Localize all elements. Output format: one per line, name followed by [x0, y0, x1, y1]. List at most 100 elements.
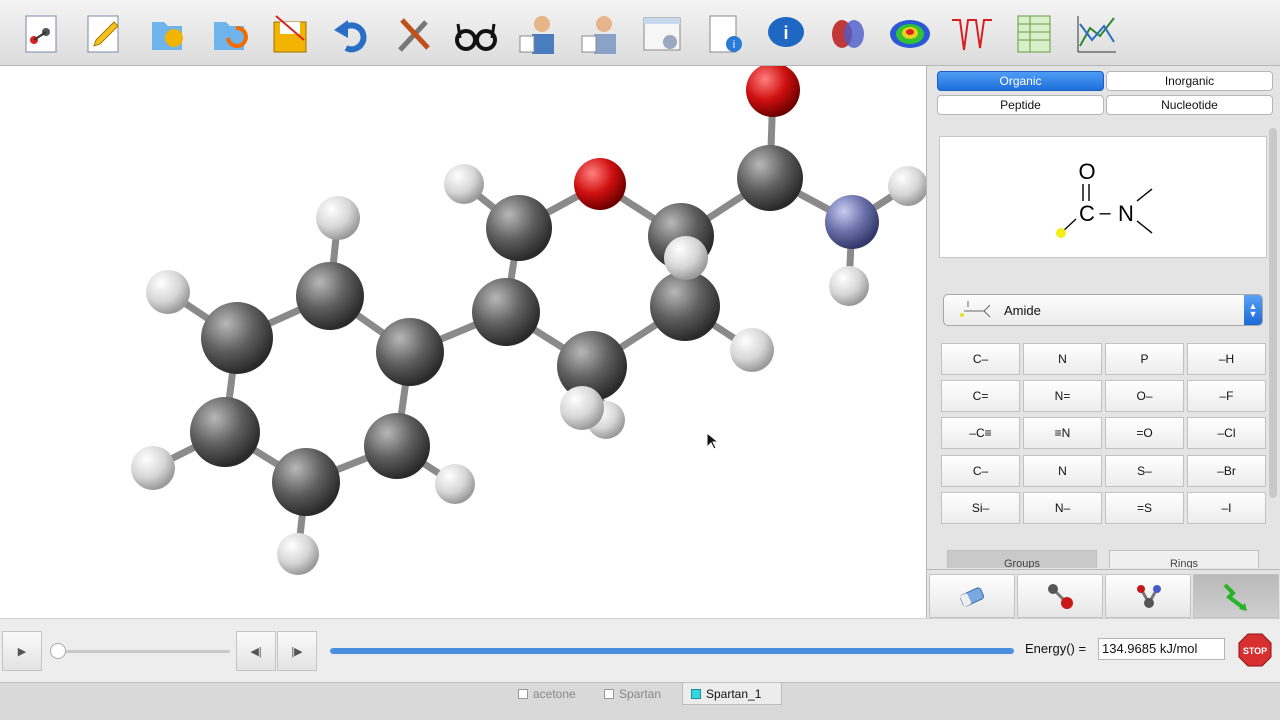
fragment-phosphorus[interactable]: P — [1105, 343, 1184, 375]
fragment-label: N– — [1054, 501, 1071, 515]
energy-value: 134.9685 kJ/mol — [1098, 638, 1225, 660]
slider-knob[interactable] — [50, 643, 66, 659]
stop-button[interactable]: STOP — [1238, 633, 1272, 667]
doc-tab-spartan[interactable]: Spartan — [596, 683, 682, 705]
panel-scrollbar[interactable] — [1269, 128, 1277, 498]
preview-atom-n: N — [1118, 201, 1134, 226]
fragment-sp-nitrogen[interactable]: ≡N — [1023, 417, 1102, 449]
fragment-oxygen[interactable]: O– — [1105, 380, 1184, 412]
energy-label: Energy() = — [1025, 641, 1087, 656]
svg-text:i: i — [733, 39, 735, 51]
fragment-sulfur[interactable]: S– — [1105, 455, 1184, 487]
multi-bond-button[interactable] — [1105, 574, 1191, 618]
fragment-label: N — [1058, 352, 1067, 366]
play-button[interactable]: ▶ — [2, 631, 42, 671]
fragment-sp-carbon[interactable]: –C≡ — [941, 417, 1020, 449]
fragment-amide-nitrogen[interactable]: N– — [1023, 492, 1102, 524]
fragment-bromine[interactable]: –Br — [1187, 455, 1266, 487]
calculations-icon[interactable] — [514, 10, 562, 58]
fragment-label: –H — [1218, 352, 1235, 366]
spreadsheet-icon[interactable] — [1010, 10, 1058, 58]
fragment-sp2-nitrogen[interactable]: N= — [1023, 380, 1102, 412]
builder-panel: Organic Inorganic Peptide Nucleotide O C… — [926, 66, 1280, 618]
fragment-label: =O — [1136, 426, 1153, 440]
preview-bond: – — [1099, 202, 1111, 224]
group-select-value: Amide — [1004, 302, 1041, 318]
molecule-viewport[interactable] — [0, 66, 926, 618]
select-arrows-icon[interactable]: ▲ ▼ — [1244, 295, 1262, 325]
properties-icon[interactable]: i — [700, 10, 748, 58]
molecule-model — [131, 66, 926, 575]
fragment-silicon[interactable]: Si– — [941, 492, 1020, 524]
spectra-icon[interactable] — [948, 10, 996, 58]
doc-checkbox[interactable] — [604, 689, 614, 699]
fragment-label: =S — [1136, 501, 1152, 515]
fragment-label: –I — [1221, 501, 1232, 515]
frame-slider[interactable] — [44, 631, 230, 671]
amide-icon — [944, 295, 1004, 325]
info-icon[interactable]: i — [762, 10, 810, 58]
open-recent-icon[interactable] — [204, 10, 252, 58]
edit-icon[interactable] — [80, 10, 128, 58]
group-select[interactable]: Amide ▲ ▼ — [943, 294, 1263, 326]
preview-atom-o: O — [1078, 159, 1095, 184]
fragment-label: C– — [972, 352, 989, 366]
tab-rings[interactable]: Rings — [1109, 550, 1259, 568]
undo-icon[interactable] — [328, 10, 376, 58]
build-minimize-button[interactable] — [1193, 574, 1279, 618]
step-forward-button[interactable]: |▶ — [277, 631, 317, 671]
bond-button[interactable] — [1017, 574, 1103, 618]
potential-map-icon[interactable] — [886, 10, 934, 58]
fragment-aromatic-carbon[interactable]: C– — [941, 455, 1020, 487]
plot-icon[interactable] — [1072, 10, 1120, 58]
fragment-carbonyl-oxygen[interactable]: =O — [1105, 417, 1184, 449]
main-toolbar: i i — [0, 0, 1280, 66]
fragment-label: C– — [972, 464, 989, 478]
tab-peptide[interactable]: Peptide — [937, 95, 1104, 115]
document-tabs: acetone Spartan Spartan_1 — [0, 682, 1280, 720]
stop-icon: STOP — [1238, 633, 1272, 667]
fragment-fluorine[interactable]: –F — [1187, 380, 1266, 412]
eraser-button[interactable] — [929, 574, 1015, 618]
fragment-label: P — [1140, 352, 1149, 366]
fragment-sp3-nitrogen[interactable]: N — [1023, 343, 1102, 375]
tools-icon[interactable] — [390, 10, 438, 58]
library-subtabs: Groups Rings — [941, 550, 1271, 568]
preview-atom-c: C — [1079, 201, 1095, 226]
fragment-sp3-carbon[interactable]: C– — [941, 343, 1020, 375]
fragment-chlorine[interactable]: –Cl — [1187, 417, 1266, 449]
doc-checkbox[interactable] — [691, 688, 701, 699]
fragment-label: S– — [1137, 464, 1152, 478]
orbital-icon[interactable] — [824, 10, 872, 58]
fragment-iodine[interactable]: –I — [1187, 492, 1266, 524]
display-settings-icon[interactable] — [638, 10, 686, 58]
doc-checkbox[interactable] — [518, 689, 528, 699]
open-icon[interactable] — [142, 10, 190, 58]
multi-bond-icon — [1137, 585, 1161, 608]
tab-groups[interactable]: Groups — [947, 550, 1097, 568]
animation-controls: ▶ ◀| |▶ Energy() = 134.9685 kJ/mol STOP — [0, 618, 1280, 682]
doc-tab-acetone[interactable]: acetone — [510, 683, 596, 705]
svg-text:STOP: STOP — [1243, 646, 1267, 656]
fragment-label: ≡N — [1054, 426, 1071, 440]
step-back-button[interactable]: ◀| — [236, 631, 276, 671]
atoms — [131, 66, 926, 575]
fragment-label: O– — [1136, 389, 1153, 403]
fragment-hydrogen[interactable]: –H — [1187, 343, 1266, 375]
setup-surfaces-icon[interactable] — [576, 10, 624, 58]
fragment-aromatic-nitrogen[interactable]: N — [1023, 455, 1102, 487]
fragment-label: N — [1058, 464, 1067, 478]
new-molecule-icon[interactable] — [18, 10, 66, 58]
build-modes — [927, 569, 1280, 618]
build-minimize-icon — [1223, 583, 1247, 611]
view-glasses-icon[interactable] — [452, 10, 500, 58]
save-icon[interactable] — [266, 10, 314, 58]
fragment-thione-sulfur[interactable]: =S — [1105, 492, 1184, 524]
fragment-sp2-carbon[interactable]: C= — [941, 380, 1020, 412]
tab-organic[interactable]: Organic — [937, 71, 1104, 91]
tab-inorganic[interactable]: Inorganic — [1106, 71, 1273, 91]
tab-nucleotide[interactable]: Nucleotide — [1106, 95, 1273, 115]
mouse-cursor-icon — [706, 432, 720, 450]
doc-tab-spartan-1[interactable]: Spartan_1 — [682, 683, 782, 705]
fragment-label: N= — [1054, 389, 1071, 403]
